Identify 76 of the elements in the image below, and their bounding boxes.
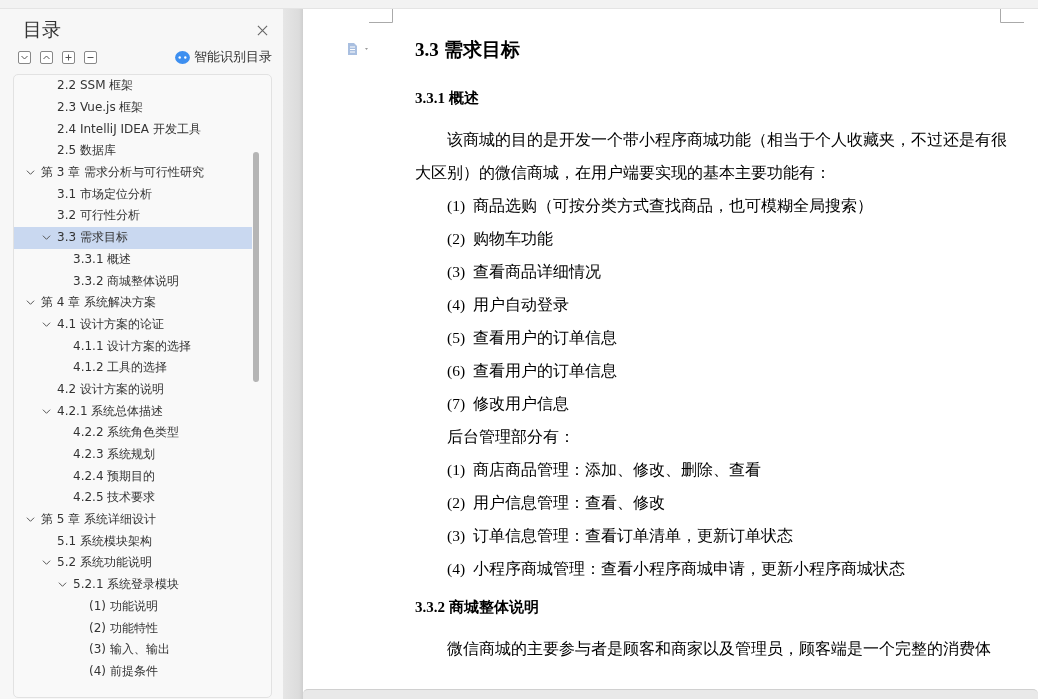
list-number: (3)	[447, 262, 466, 282]
list-number: (5)	[447, 328, 466, 348]
list-text: 修改用户信息	[473, 394, 570, 414]
margin-mark	[1000, 9, 1024, 23]
chevron-icon[interactable]	[58, 580, 67, 590]
toc-item[interactable]: 4.2.1 系统总体描述	[14, 400, 252, 422]
toc-item[interactable]: 3.1 市场定位分析	[14, 183, 252, 206]
toc-item[interactable]: 4.1 设计方案的论证	[14, 313, 252, 336]
robot-face-icon	[175, 50, 190, 64]
list-number: (4)	[447, 559, 466, 579]
toc-item[interactable]: 2.5 数据库	[14, 140, 252, 162]
smart-toc-button[interactable]: 智能识别目录	[175, 48, 272, 66]
list-text: 查看商品详细情况	[473, 262, 602, 282]
section-heading: 3.3 需求目标	[415, 40, 521, 60]
list-text: 用户自动登录	[473, 295, 570, 315]
list-text: 查看用户的订单信息	[473, 328, 618, 348]
toc-item[interactable]: 4.2.4 预期目的	[14, 465, 252, 488]
close-icon[interactable]	[257, 24, 268, 36]
toc-item[interactable]: 第 5 章 系统详细设计	[14, 508, 252, 531]
chevron-icon[interactable]	[42, 319, 51, 329]
list-text: 小程序商城管理：查看小程序商城申请，更新小程序商城状态	[473, 559, 906, 579]
toc-item[interactable]: 2.4 IntelliJ IDEA 开发工具	[14, 118, 252, 141]
toc-item[interactable]: 4.2 设计方案的说明	[14, 378, 252, 401]
subsection-heading: 3.3.1 概述	[415, 89, 480, 107]
subsection-heading: 3.3.2 商城整体说明	[415, 598, 540, 616]
margin-mark	[369, 9, 393, 23]
list-number: (4)	[447, 295, 466, 315]
toc-item[interactable]: 3.2 可行性分析	[14, 205, 252, 227]
list-text: 查看用户的订单信息	[473, 361, 618, 381]
toc-item[interactable]: 第 3 章 需求分析与可行性研究	[14, 161, 252, 184]
list-number: (1)	[447, 460, 466, 480]
toc-item[interactable]: 4.1.2 工具的选择	[14, 356, 252, 379]
toc-item[interactable]: 3.3 需求目标	[14, 226, 252, 249]
toc-item[interactable]: 3.3.1 概述	[14, 248, 252, 271]
toc-item[interactable]: 4.2.3 系统规划	[14, 443, 252, 466]
scrollbar[interactable]	[303, 689, 1038, 699]
toc-item[interactable]: 5.1 系统模块架构	[14, 530, 252, 553]
list-text: 用户信息管理：查看、修改	[473, 493, 666, 513]
list-text: 购物车功能	[473, 229, 554, 249]
toc-item[interactable]: 4.2.2 系统角色类型	[14, 422, 252, 444]
paragraph: 该商城的目的是开发一个带小程序商城功能（相当于个人收藏夹，不过还是有很大区别）的微信商城，在用户端要实现的基本主要功能有：	[415, 130, 1008, 183]
chevron-icon[interactable]	[42, 233, 51, 243]
list-number: (7)	[447, 394, 466, 414]
list-text: 商店商品管理：添加、修改、删除、查看	[473, 460, 762, 480]
list-number: (2)	[447, 229, 466, 249]
add-button[interactable]	[62, 50, 75, 64]
chevron-icon[interactable]	[42, 558, 51, 568]
toc-item[interactable]: (1) 功能说明	[14, 595, 252, 618]
toc-item[interactable]: 5.2 系统功能说明	[14, 552, 252, 574]
toc-item[interactable]: (4) 前提条件	[14, 660, 252, 683]
toc-item[interactable]: 2.2 SSM 框架	[14, 75, 252, 97]
list-text: 商品选购（可按分类方式查找商品，也可模糊全局搜索）	[473, 196, 874, 216]
toc-item[interactable]: 4.1.1 设计方案的选择	[14, 335, 252, 357]
paragraph: 微信商城的主要参与者是顾客和商家以及管理员，顾客端是一个完整的消费体	[446, 639, 992, 659]
list-number: (2)	[447, 493, 466, 513]
panel-title: 目录	[23, 17, 61, 42]
toc-item[interactable]: 3.3.2 商城整体说明	[14, 270, 252, 292]
list-number: (6)	[447, 361, 466, 381]
chevron-icon[interactable]	[26, 168, 35, 178]
list-text: 订单信息管理：查看订单清单，更新订单状态	[473, 526, 794, 546]
toc-item[interactable]: 4.2.5 技术要求	[14, 487, 252, 509]
text-line: 后台管理部分有：	[447, 427, 576, 447]
chevron-icon[interactable]	[42, 406, 51, 416]
chevron-icon[interactable]	[26, 298, 35, 308]
chevron-icon[interactable]	[26, 515, 35, 525]
toc-item[interactable]: 2.3 Vue.js 框架	[14, 96, 252, 119]
toc-item[interactable]: (2) 功能特性	[14, 617, 252, 639]
toc-item[interactable]: (3) 输入、输出	[14, 638, 252, 661]
list-number: (1)	[447, 196, 466, 216]
toc-item[interactable]: 第 4 章 系统解决方案	[14, 291, 252, 314]
toc-item[interactable]: 5.2.1 系统登录模块	[14, 573, 252, 596]
expand-all-button[interactable]	[18, 50, 31, 64]
list-number: (3)	[447, 526, 466, 546]
scrollbar[interactable]	[253, 152, 259, 382]
collapse-all-button[interactable]	[40, 50, 53, 64]
remove-button[interactable]	[84, 50, 97, 64]
